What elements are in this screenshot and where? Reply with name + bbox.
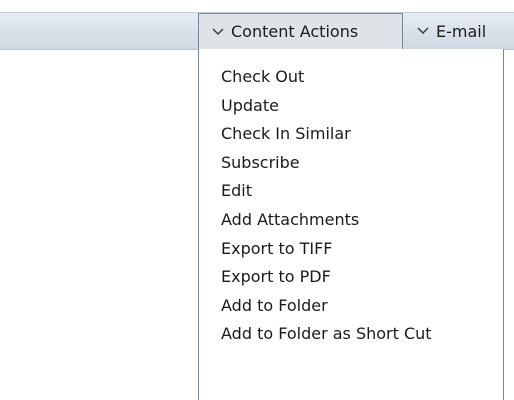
menu-item-export-to-pdf[interactable]: Export to PDF (199, 263, 503, 292)
menu-content-actions[interactable]: Content Actions (198, 13, 403, 49)
menu-item-edit[interactable]: Edit (199, 177, 503, 206)
menu-item-check-in-similar[interactable]: Check In Similar (199, 120, 503, 149)
menu-toolbar: Content Actions E-mail (0, 0, 514, 50)
menu-email[interactable]: E-mail (403, 13, 514, 49)
menu-item-add-attachments[interactable]: Add Attachments (199, 206, 503, 235)
menu-item-add-to-folder-short-cut[interactable]: Add to Folder as Short Cut (199, 320, 503, 349)
menu-item-update[interactable]: Update (199, 92, 503, 121)
chevron-down-icon (212, 28, 224, 35)
chevron-down-icon (417, 27, 429, 34)
menu-item-add-to-folder[interactable]: Add to Folder (199, 292, 503, 321)
menu-item-subscribe[interactable]: Subscribe (199, 149, 503, 178)
menu-item-check-out[interactable]: Check Out (199, 63, 503, 92)
menu-email-label: E-mail (436, 21, 487, 41)
menu-item-export-to-tiff[interactable]: Export to TIFF (199, 235, 503, 264)
menu-content-actions-label: Content Actions (231, 22, 359, 41)
content-actions-dropdown: Check Out Update Check In Similar Subscr… (198, 49, 504, 400)
